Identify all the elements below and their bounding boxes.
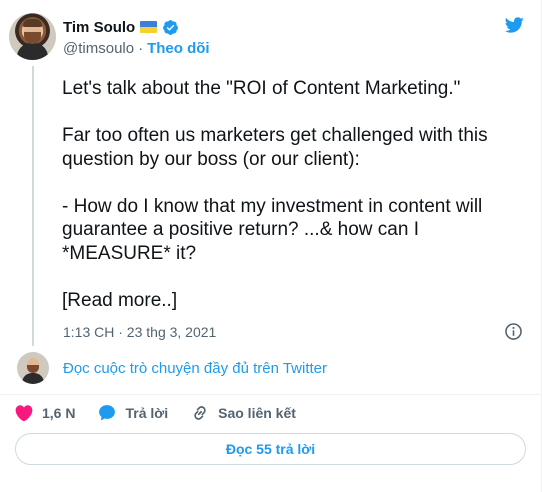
embedded-tweet-card: Tim Soulo @timsoulo · Theo dõi Let's tal… (0, 0, 542, 492)
reply-label: Trả lời (125, 405, 169, 421)
separator-dot: · (138, 39, 144, 57)
reply-bubble-icon (99, 405, 116, 421)
author-handle[interactable]: @timsoulo (63, 40, 134, 57)
tweet-line-1: Let's talk about the "ROI of Content Mar… (62, 78, 461, 99)
ukraine-flag-icon (140, 21, 158, 33)
tweet-line-2: Far too often us marketers get challenge… (62, 125, 488, 170)
link-icon (194, 406, 206, 420)
verified-badge-icon (163, 19, 179, 35)
like-action[interactable]: 1,6 N (14, 403, 75, 423)
copy-link-action[interactable]: Sao liên kết (190, 403, 296, 423)
tweet-line-3: - How do I know that my investment in co… (62, 195, 483, 264)
author-name-row: Tim Soulo (63, 17, 179, 37)
author-mini-avatar[interactable] (17, 352, 49, 384)
thread-connector-line (32, 66, 34, 346)
author-name[interactable]: Tim Soulo (63, 19, 135, 36)
author-avatar[interactable] (9, 13, 56, 60)
read-conversation-link[interactable]: Đọc cuộc trò chuyện đầy đủ trên Twitter (63, 359, 327, 379)
copy-link-label: Sao liên kết (218, 405, 296, 421)
read-replies-button[interactable]: Đọc 55 trả lời (15, 433, 526, 465)
follow-link[interactable]: Theo dõi (147, 40, 210, 57)
tweet-actions: 1,6 N Trả lời Sao liên kết (14, 401, 318, 425)
reply-action[interactable]: Trả lời (97, 403, 168, 423)
twitter-bird-icon[interactable] (502, 15, 526, 35)
divider (0, 394, 542, 395)
read-more-link[interactable]: [Read more..] (62, 289, 532, 313)
tweet-text: Let's talk about the "ROI of Content Mar… (62, 77, 532, 312)
info-icon[interactable] (504, 322, 523, 341)
heart-icon (15, 405, 33, 422)
author-handle-row: @timsoulo · Theo dõi (63, 38, 210, 58)
tweet-timestamp[interactable]: 1:13 CH · 23 thg 3, 2021 (63, 322, 216, 342)
like-count: 1,6 N (42, 405, 76, 421)
